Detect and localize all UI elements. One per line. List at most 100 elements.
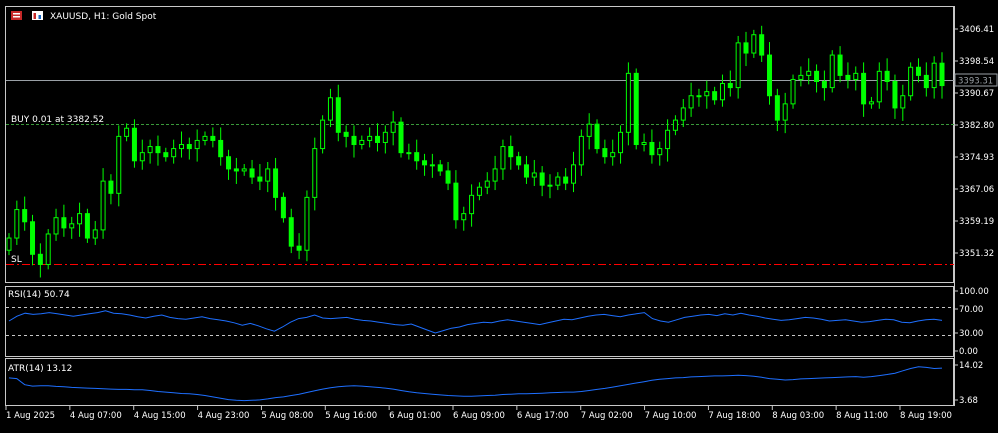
candle <box>516 151 522 170</box>
time-tick-label: 8 Aug 03:00 <box>772 411 824 421</box>
candle <box>335 84 341 142</box>
candle <box>602 139 608 164</box>
candle <box>257 164 263 191</box>
candle <box>657 141 663 166</box>
atr-tick-label: 3.68 <box>959 396 978 406</box>
candle <box>53 208 59 241</box>
candle <box>876 62 882 109</box>
candle <box>100 168 106 239</box>
candle <box>845 62 851 89</box>
candle <box>327 88 333 128</box>
candle <box>633 68 639 150</box>
rsi-tick-label: 70.00 <box>959 305 983 315</box>
candle <box>178 131 184 158</box>
time-tick-label: 5 Aug 08:00 <box>261 411 313 421</box>
candle <box>296 233 302 260</box>
auto-trading-icon[interactable] <box>32 11 43 20</box>
candle <box>312 137 318 211</box>
candle <box>414 139 420 170</box>
candle <box>672 115 678 136</box>
atr-axis: 14.02 3.68 <box>954 361 983 406</box>
candle <box>727 70 733 97</box>
candles-group <box>6 25 945 278</box>
candle <box>210 127 216 148</box>
stop-loss-label: SL <box>11 255 22 265</box>
current-price-label: 3393.31 <box>958 77 993 87</box>
chart-title: XAUUSD, H1: Gold Spot <box>50 12 157 22</box>
time-tick-label: 8 Aug 19:00 <box>900 411 952 421</box>
candle <box>814 64 820 93</box>
candle <box>461 206 467 231</box>
candle <box>790 74 796 109</box>
time-tick-label: 8 Aug 11:00 <box>836 411 888 421</box>
candle <box>469 184 475 227</box>
candle <box>688 82 694 117</box>
candle <box>735 35 741 99</box>
time-tick-label: 4 Aug 15:00 <box>134 411 186 421</box>
candle <box>139 139 145 170</box>
candle <box>69 216 75 239</box>
candle <box>719 74 725 107</box>
candle <box>6 233 12 256</box>
candle <box>900 84 906 121</box>
candle <box>641 133 647 152</box>
candle <box>767 42 773 105</box>
candle <box>194 129 200 162</box>
time-tick-label: 7 Aug 02:00 <box>581 411 633 421</box>
candle <box>743 31 749 67</box>
candle <box>476 182 482 201</box>
candle <box>14 200 20 245</box>
atr-tick-label: 14.02 <box>959 361 983 371</box>
candle <box>22 196 28 231</box>
candle <box>304 190 310 262</box>
candle <box>77 202 83 237</box>
price-tick-label: 3374.93 <box>959 153 994 163</box>
candle <box>931 56 937 99</box>
candle <box>923 62 929 97</box>
candle <box>853 66 859 91</box>
time-tick-label: 5 Aug 16:00 <box>325 411 377 421</box>
candle <box>704 80 710 109</box>
chart-canvas[interactable]: XAUUSD, H1: Gold Spot BUY 0.01 at 3382.5… <box>0 0 998 429</box>
candle <box>798 66 804 87</box>
candle <box>249 159 255 184</box>
price-tick-label: 3406.41 <box>959 25 994 35</box>
candle <box>531 159 537 186</box>
candle <box>821 70 827 101</box>
candle <box>233 157 239 184</box>
candle <box>696 88 702 107</box>
candle <box>680 98 686 128</box>
time-tick-label: 7 Aug 10:00 <box>645 411 697 421</box>
candle <box>351 125 357 158</box>
candle <box>618 125 624 164</box>
candle <box>61 204 67 237</box>
candle <box>367 127 373 148</box>
price-tick-label: 3398.54 <box>959 57 994 67</box>
candle <box>578 129 584 176</box>
candle <box>390 111 396 146</box>
buy-order-label: BUY 0.01 at 3382.52 <box>11 115 104 125</box>
candle <box>422 153 428 176</box>
candle <box>226 149 232 180</box>
candle <box>625 62 631 146</box>
candle <box>37 243 43 278</box>
candle <box>665 119 671 162</box>
candle <box>320 115 326 154</box>
candle <box>594 119 600 154</box>
rsi-axis: 100.00 70.00 30.00 0.00 <box>954 287 989 357</box>
candle <box>915 58 921 83</box>
chart-type-icon[interactable] <box>11 11 22 20</box>
candle <box>437 159 443 176</box>
candle <box>751 29 757 58</box>
rsi-tick-label: 0.00 <box>959 347 978 357</box>
candle <box>555 172 561 191</box>
candle <box>523 155 529 184</box>
time-tick-label: 7 Aug 18:00 <box>708 411 760 421</box>
candle <box>492 155 498 191</box>
candle <box>116 125 122 207</box>
rsi-line <box>8 310 943 334</box>
trading-chart[interactable]: XAUUSD, H1: Gold Spot BUY 0.01 at 3382.5… <box>0 0 998 429</box>
rsi-panel-border <box>5 286 954 357</box>
candle <box>610 139 616 166</box>
candle <box>861 62 867 117</box>
